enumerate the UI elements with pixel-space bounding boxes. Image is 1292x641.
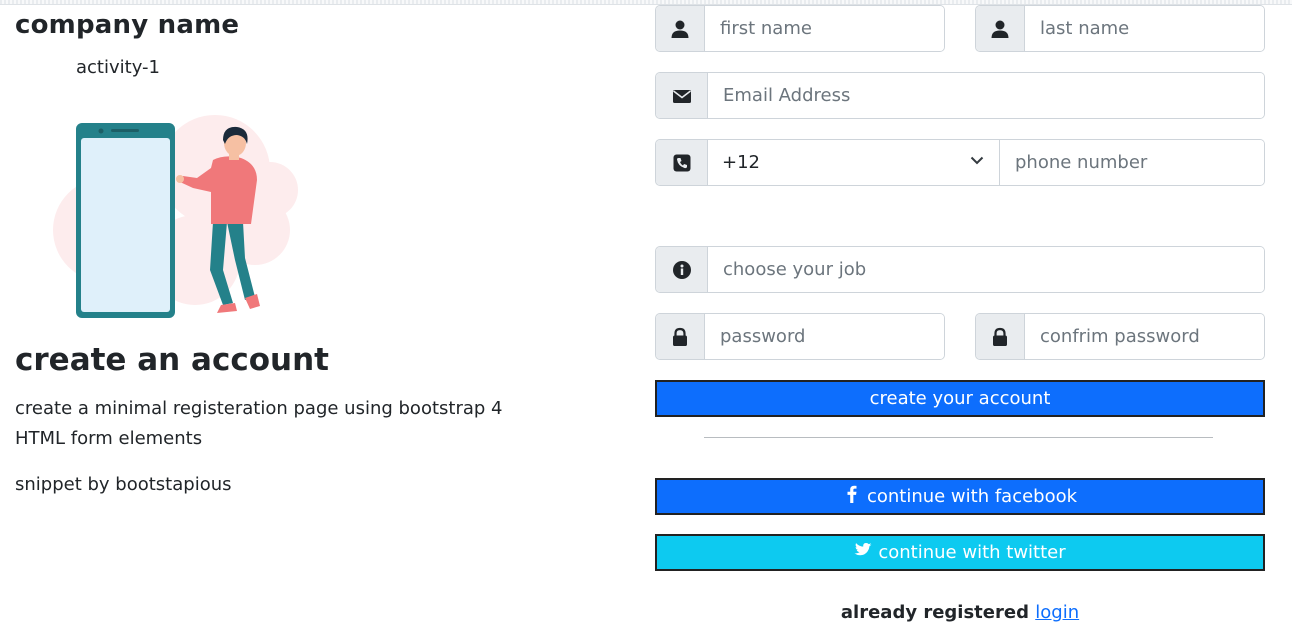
chevron-down-icon bbox=[969, 152, 985, 173]
first-name-input[interactable] bbox=[705, 6, 944, 51]
facebook-label: continue with facebook bbox=[866, 486, 1078, 507]
last-name-input[interactable] bbox=[1025, 6, 1264, 51]
facebook-icon bbox=[843, 485, 861, 508]
facebook-button[interactable]: continue with facebook bbox=[655, 478, 1265, 515]
login-link[interactable]: login bbox=[1035, 602, 1079, 623]
email-group bbox=[655, 72, 1265, 119]
job-group bbox=[655, 246, 1265, 293]
create-account-label: create your account bbox=[869, 388, 1051, 409]
activity-label: activity-1 bbox=[76, 57, 160, 78]
last-name-group bbox=[975, 5, 1265, 52]
info-icon bbox=[656, 247, 708, 292]
lock-icon bbox=[656, 314, 705, 359]
phone-number-input[interactable] bbox=[1000, 140, 1264, 185]
lock-icon bbox=[976, 314, 1025, 359]
confirm-password-group bbox=[975, 313, 1265, 360]
credit-text: snippet by bootstapious bbox=[15, 474, 232, 495]
already-registered-text: already registered bbox=[840, 602, 1029, 623]
phone-person-illustration bbox=[53, 115, 298, 318]
create-account-button[interactable]: create your account bbox=[655, 380, 1265, 417]
first-name-group bbox=[655, 5, 945, 52]
login-prompt: already registered login bbox=[655, 602, 1265, 623]
twitter-label: continue with twitter bbox=[878, 542, 1066, 563]
divider bbox=[704, 437, 1213, 438]
user-icon bbox=[656, 6, 705, 51]
phone-group: +12 bbox=[655, 139, 1265, 186]
twitter-button[interactable]: continue with twitter bbox=[655, 534, 1265, 571]
password-input[interactable] bbox=[705, 314, 944, 359]
country-code-select[interactable]: +12 bbox=[708, 140, 1000, 185]
user-icon bbox=[976, 6, 1025, 51]
twitter-icon bbox=[854, 541, 872, 564]
country-code-value: +12 bbox=[722, 152, 760, 173]
password-group bbox=[655, 313, 945, 360]
page-description: create a minimal registeration page usin… bbox=[15, 398, 503, 449]
page-title: create an account bbox=[15, 342, 329, 378]
envelope-icon bbox=[656, 73, 708, 118]
confirm-password-input[interactable] bbox=[1025, 314, 1264, 359]
phone-icon bbox=[656, 140, 708, 185]
job-input[interactable] bbox=[708, 247, 1264, 292]
company-name: company name bbox=[15, 10, 240, 40]
email-input[interactable] bbox=[708, 73, 1264, 118]
